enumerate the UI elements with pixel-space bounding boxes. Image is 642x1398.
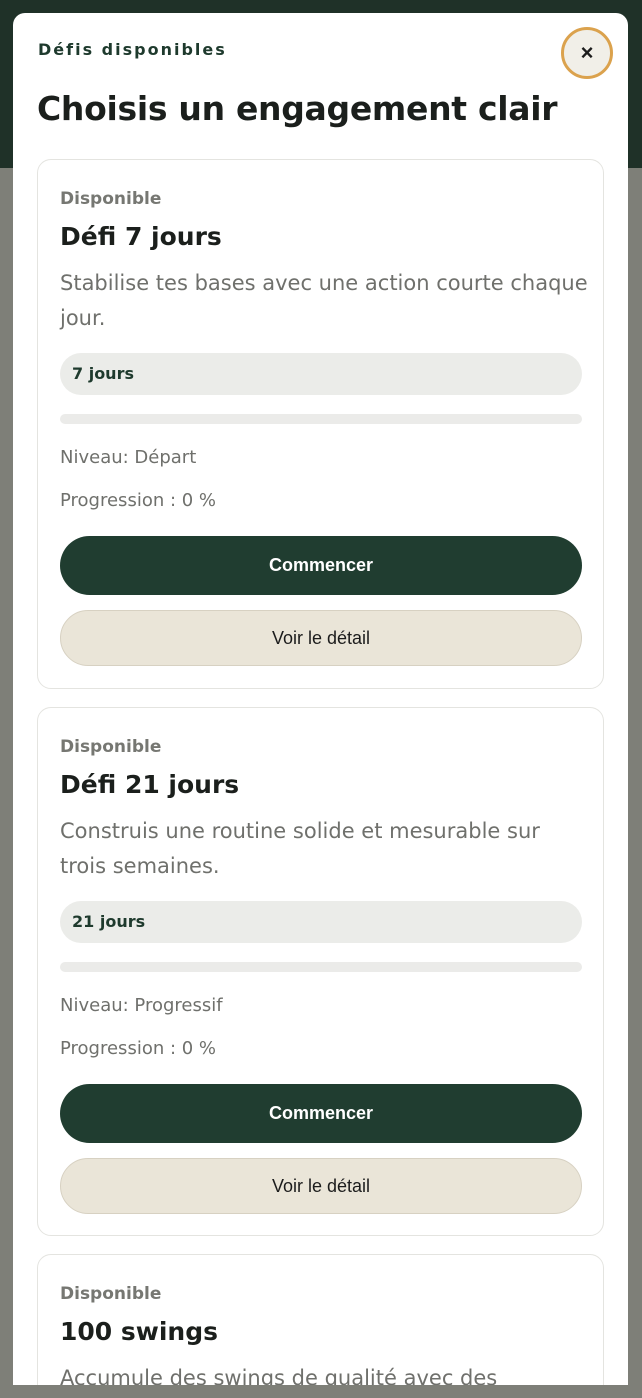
view-detail-button[interactable]: Voir le détail	[60, 1158, 582, 1214]
challenge-card-100-swings: Disponible 100 swings Accumule des swing…	[37, 1254, 604, 1385]
start-button[interactable]: Commencer	[60, 536, 582, 595]
challenge-progress-text: Progression : 0 %	[60, 1038, 217, 1059]
scrollbar-track	[628, 168, 642, 1398]
challenge-description: Construis une routine solide et mesurabl…	[60, 819, 540, 878]
challenge-progress-text: Progression : 0 %	[60, 490, 217, 511]
modal-eyebrow: Défis disponibles	[38, 40, 227, 59]
challenge-card-7-days: Disponible Défi 7 jours Stabilise tes ba…	[37, 159, 604, 689]
status-badge: Disponible	[60, 189, 162, 209]
close-icon: ×	[580, 40, 594, 65]
start-button[interactable]: Commencer	[60, 1084, 582, 1143]
progress-bar	[60, 962, 582, 972]
challenge-card-21-days: Disponible Défi 21 jours Construis une r…	[37, 707, 604, 1236]
duration-pill: 21 jours	[60, 901, 582, 943]
progress-bar	[60, 414, 582, 424]
status-badge: Disponible	[60, 737, 162, 757]
modal-title: Choisis un engagement clair	[37, 89, 558, 128]
challenge-title: Défi 7 jours	[60, 222, 222, 251]
challenges-modal: Défis disponibles × Choisis un engagemen…	[13, 13, 628, 1385]
challenge-level: Niveau: Départ	[60, 447, 197, 468]
challenge-title: Défi 21 jours	[60, 770, 240, 799]
challenge-description: Accumule des swings de qualité avec des	[60, 1366, 498, 1385]
status-badge: Disponible	[60, 1284, 162, 1304]
challenge-description: Stabilise tes bases avec une action cour…	[60, 271, 588, 330]
duration-pill: 7 jours	[60, 353, 582, 395]
view-detail-button[interactable]: Voir le détail	[60, 610, 582, 666]
close-button[interactable]: ×	[561, 27, 613, 79]
challenge-level: Niveau: Progressif	[60, 995, 223, 1016]
challenge-title: 100 swings	[60, 1317, 219, 1346]
